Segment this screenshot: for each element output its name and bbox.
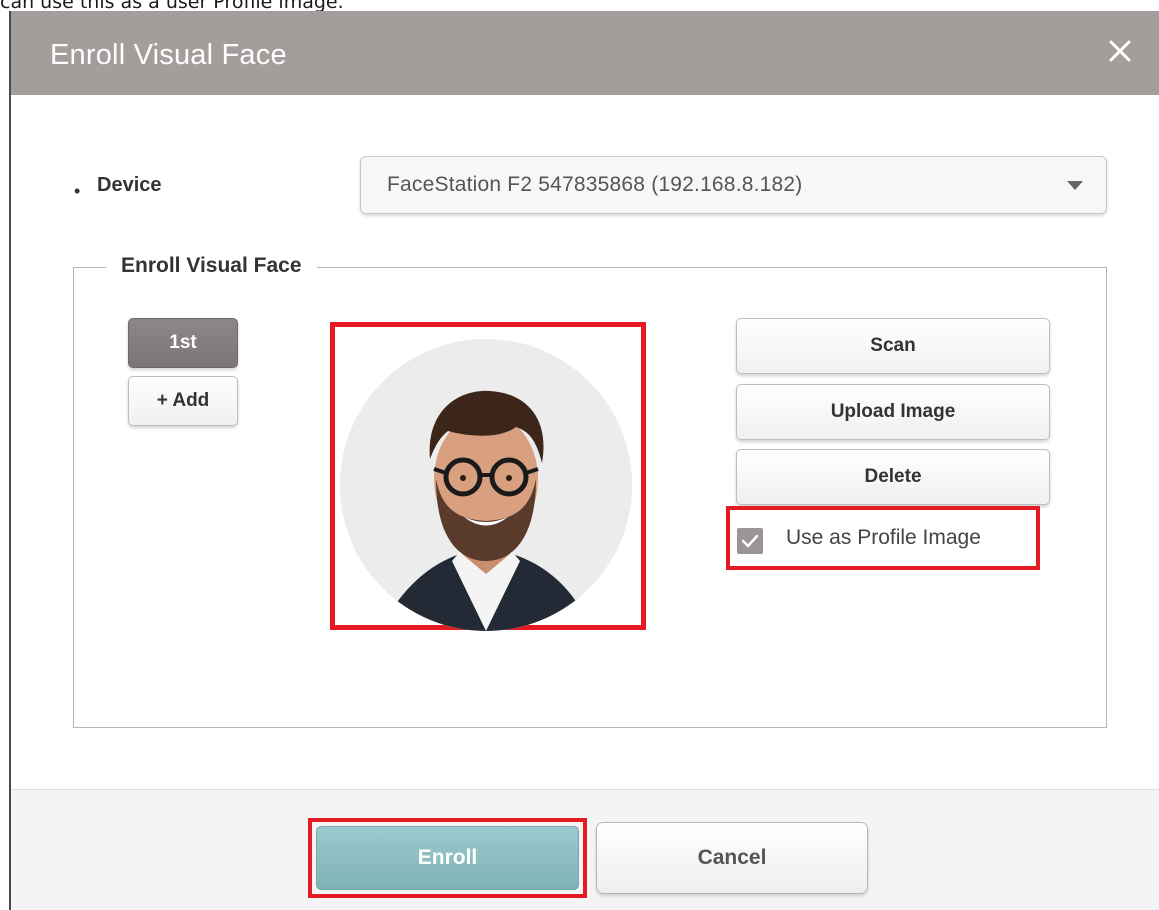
chevron-down-icon [1067,181,1083,190]
device-select[interactable]: FaceStation F2 547835868 (192.168.8.182) [360,156,1107,214]
close-icon[interactable] [1105,36,1135,66]
delete-button[interactable]: Delete [736,449,1050,505]
device-selected-value: FaceStation F2 547835868 (192.168.8.182) [387,173,803,196]
fieldset-legend: Enroll Visual Face [106,254,317,278]
profile-image-label: Use as Profile Image [786,526,981,549]
enroll-button[interactable]: Enroll [316,826,579,890]
add-slot-button[interactable]: + Add [128,376,238,426]
upload-image-button[interactable]: Upload Image [736,384,1050,440]
scan-button[interactable]: Scan [736,318,1050,374]
slot-1st-button[interactable]: 1st [128,318,238,368]
device-bullet: • [74,181,81,201]
enroll-button-highlight: Enroll [308,818,587,898]
device-label: Device [97,174,162,196]
dialog-footer: Enroll Cancel [11,789,1159,910]
face-portrait-icon [340,339,632,631]
page-caption: can use this as a user Profile image. [0,0,344,13]
face-image [340,339,632,631]
checkmark-icon [741,534,759,548]
face-image-highlight [330,322,646,631]
dialog-title: Enroll Visual Face [50,39,287,71]
dialog-title-bar: Enroll Visual Face [11,11,1159,95]
cancel-button[interactable]: Cancel [596,822,868,894]
enroll-visual-face-dialog: Enroll Visual Face • Device FaceStation … [9,11,1159,910]
profile-image-checkbox[interactable] [737,528,763,554]
profile-image-highlight: Use as Profile Image [726,506,1040,570]
enroll-visual-face-fieldset: Enroll Visual Face 1st + Add Scan Upload… [73,254,1107,728]
